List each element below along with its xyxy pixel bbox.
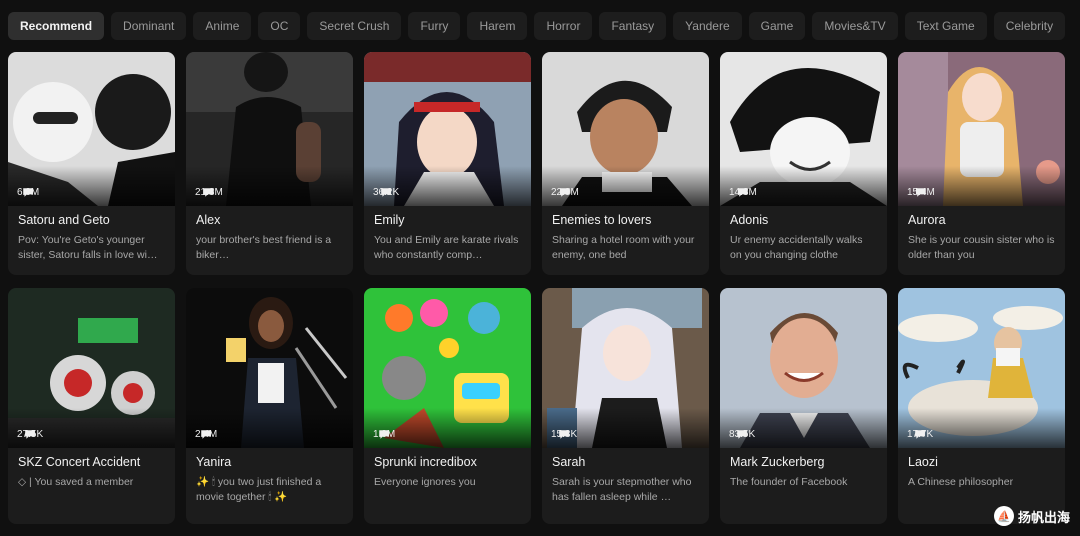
character-description: You and Emily are karate rivals who cons… bbox=[374, 234, 519, 261]
character-image: 17.7K bbox=[898, 288, 1065, 448]
character-card-emily[interactable]: 36.2K Emily You and Emily are karate riv… bbox=[364, 52, 531, 275]
chat-bubble-icon bbox=[379, 430, 390, 439]
character-card-adonis[interactable]: 14.3M Adonis Ur enemy accidentally walks… bbox=[720, 52, 887, 275]
character-card-mark-zuckerberg[interactable]: 83.5K Mark Zuckerberg The founder of Fac… bbox=[720, 288, 887, 524]
character-name: Alex bbox=[196, 213, 221, 227]
character-card-laozi[interactable]: 17.7K Laozi A Chinese philosopher bbox=[898, 288, 1065, 524]
character-card-yanira[interactable]: 2.4M Yanira ✨ 🕯 you two just finished a … bbox=[186, 288, 353, 524]
chat-bubble-icon bbox=[738, 188, 748, 197]
watermark: ⛵ 扬帆出海 bbox=[993, 506, 1070, 526]
chat-bubble-icon bbox=[560, 188, 570, 197]
character-name: Sarah bbox=[552, 455, 586, 469]
tab-oc[interactable]: OC bbox=[258, 12, 301, 40]
chat-bubble-icon bbox=[23, 188, 34, 197]
character-image: 22.9M bbox=[542, 52, 709, 206]
tab-fantasy[interactable]: Fantasy bbox=[599, 12, 667, 40]
tab-yandere[interactable]: Yandere bbox=[673, 12, 742, 40]
character-description: Sharing a hotel room with your enemy, on… bbox=[552, 234, 695, 261]
character-description: She is your cousin sister who is older t… bbox=[908, 234, 1055, 261]
chat-bubble-icon bbox=[915, 430, 925, 439]
character-image: 27.5K bbox=[8, 288, 175, 448]
tab-celebrity[interactable]: Celebrity bbox=[993, 12, 1066, 40]
character-image: 1.9M bbox=[364, 288, 531, 448]
chat-bubble-icon bbox=[916, 188, 926, 197]
character-description: ✨ 🕯 you two just finished a movie togeth… bbox=[196, 476, 322, 503]
tab-harem[interactable]: Harem bbox=[467, 12, 528, 40]
character-name: Aurora bbox=[908, 213, 946, 227]
character-grid: 6.9M Satoru and Geto Pov: You're Geto's … bbox=[8, 52, 1072, 532]
character-description: Everyone ignores you bbox=[374, 476, 476, 488]
sail-logo-icon: ⛵ bbox=[993, 506, 1014, 526]
character-name: SKZ Concert Accident bbox=[18, 455, 141, 469]
chat-bubble-icon bbox=[381, 188, 391, 197]
category-tabs: Recommend Dominant Anime OC Secret Crush… bbox=[0, 0, 1080, 52]
chat-count: 6.9M bbox=[17, 187, 39, 198]
character-description: your brother's best friend is a biker… bbox=[196, 234, 332, 261]
character-name: Enemies to lovers bbox=[552, 213, 652, 227]
character-card-sprunki-incredibox[interactable]: 1.9M Sprunki incredibox Everyone ignores… bbox=[364, 288, 531, 524]
character-card-skz-concert-accident[interactable]: 27.5K SKZ Concert Accident ◇ | You saved… bbox=[8, 288, 175, 524]
tab-anime[interactable]: Anime bbox=[193, 12, 252, 40]
chat-count: 2.4M bbox=[195, 429, 217, 440]
character-description: ◇ | You saved a member bbox=[18, 476, 134, 488]
tab-text-game[interactable]: Text Game bbox=[904, 12, 987, 40]
character-image: 36.2K bbox=[364, 52, 531, 206]
tab-horror[interactable]: Horror bbox=[534, 12, 593, 40]
chat-bubble-icon bbox=[201, 430, 212, 439]
character-description: A Chinese philosopher bbox=[908, 476, 1014, 488]
character-description: Pov: You're Geto's younger sister, Sator… bbox=[18, 234, 158, 261]
character-name: Satoru and Geto bbox=[18, 213, 110, 227]
character-name: Yanira bbox=[196, 455, 232, 469]
chat-count: 1.9M bbox=[373, 429, 395, 440]
character-description: Ur enemy accidentally walks on you chang… bbox=[730, 234, 863, 261]
character-image: 6.9M bbox=[8, 52, 175, 206]
character-card-satoru-and-geto[interactable]: 6.9M Satoru and Geto Pov: You're Geto's … bbox=[8, 52, 175, 275]
character-name: Adonis bbox=[730, 213, 769, 227]
character-card-sarah[interactable]: 15.8K Sarah Sarah is your stepmother who… bbox=[542, 288, 709, 524]
tab-game[interactable]: Game bbox=[748, 12, 806, 40]
character-image: 21.3M bbox=[186, 52, 353, 206]
tab-recommend[interactable]: Recommend bbox=[8, 12, 105, 40]
character-card-enemies-to-lovers[interactable]: 22.9M Enemies to lovers Sharing a hotel … bbox=[542, 52, 709, 275]
character-card-aurora[interactable]: 15.4M Aurora She is your cousin sister w… bbox=[898, 52, 1065, 275]
character-image: 15.4M bbox=[898, 52, 1065, 206]
chat-bubble-icon bbox=[25, 430, 35, 439]
page: Recommend Dominant Anime OC Secret Crush… bbox=[0, 0, 1080, 536]
chat-count: 22.9M bbox=[551, 187, 579, 198]
tab-furry[interactable]: Furry bbox=[408, 12, 461, 40]
chat-count: 36.2K bbox=[373, 187, 399, 198]
character-name: Laozi bbox=[908, 455, 938, 469]
chat-bubble-icon bbox=[204, 188, 214, 197]
character-name: Sprunki incredibox bbox=[374, 455, 477, 469]
character-description: Sarah is your stepmother who has fallen … bbox=[552, 476, 692, 503]
character-image: 2.4M bbox=[186, 288, 353, 448]
character-image: 14.3M bbox=[720, 52, 887, 206]
chat-bubble-icon bbox=[559, 430, 569, 439]
character-name: Emily bbox=[374, 213, 405, 227]
chat-count: 15.8K bbox=[551, 429, 577, 440]
character-name: Mark Zuckerberg bbox=[730, 455, 825, 469]
watermark-text: 扬帆出海 bbox=[1017, 509, 1070, 525]
chat-count: 83.5K bbox=[729, 429, 755, 440]
chat-count: 21.3M bbox=[195, 187, 223, 198]
chat-bubble-icon bbox=[737, 430, 747, 439]
chat-count: 17.7K bbox=[907, 429, 933, 440]
tab-secret-crush[interactable]: Secret Crush bbox=[307, 12, 402, 40]
character-image: 15.8K bbox=[542, 288, 709, 448]
character-description: The founder of Facebook bbox=[730, 476, 848, 488]
tab-movies-tv[interactable]: Movies&TV bbox=[812, 12, 898, 40]
chat-count: 27.5K bbox=[17, 429, 43, 440]
character-card-alex[interactable]: 21.3M Alex your brother's best friend is… bbox=[186, 52, 353, 275]
character-image: 83.5K bbox=[720, 288, 887, 448]
tab-dominant[interactable]: Dominant bbox=[111, 12, 187, 40]
chat-count: 15.4M bbox=[907, 187, 935, 198]
chat-count: 14.3M bbox=[729, 187, 757, 198]
